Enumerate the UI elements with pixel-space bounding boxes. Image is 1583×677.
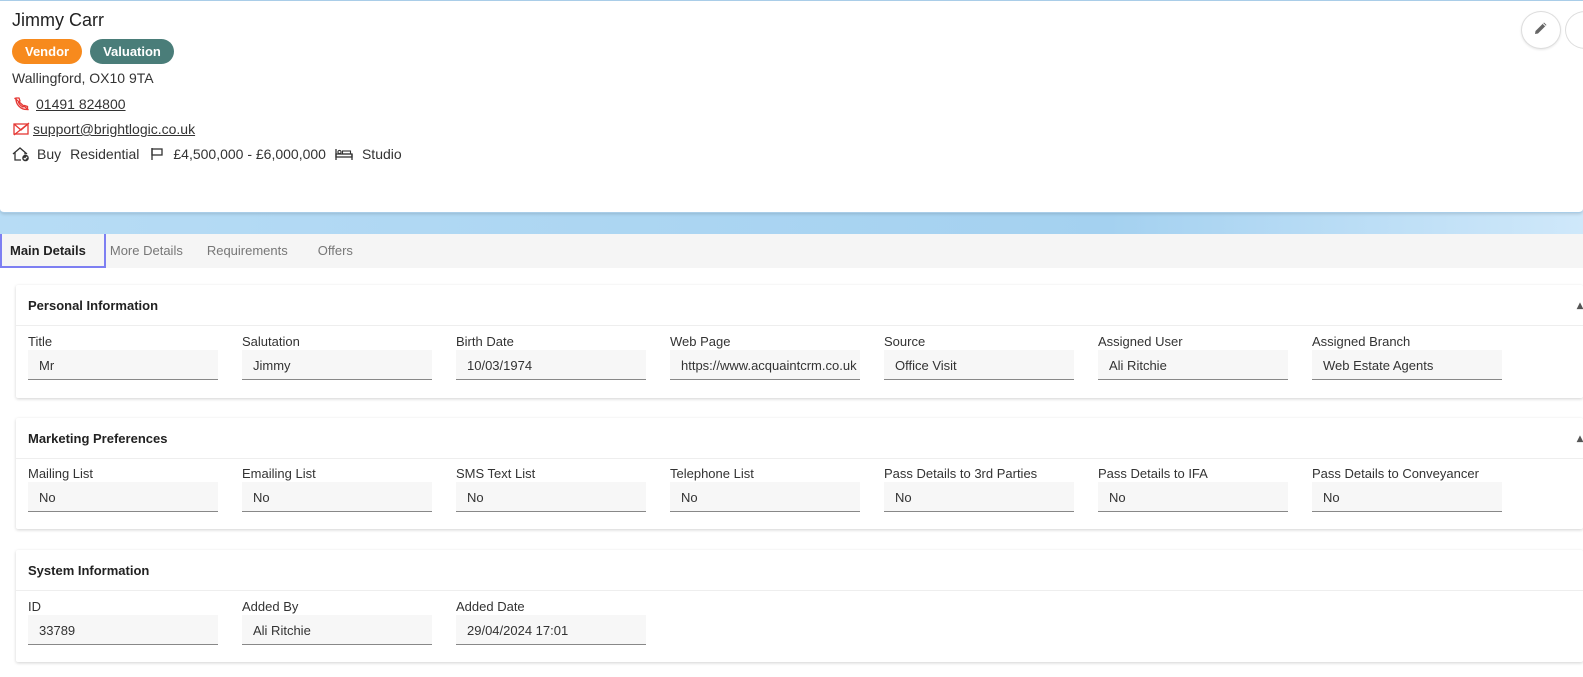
- field-label: Web Page: [670, 334, 731, 349]
- email-link[interactable]: support@brightlogic.co.uk: [33, 121, 195, 137]
- phone-row: 01491 824800: [12, 95, 126, 113]
- web-page-input[interactable]: https://www.acquaintcrm.co.uk: [670, 350, 860, 380]
- field-label: Added By: [242, 599, 299, 614]
- flag-icon: [148, 145, 166, 163]
- title-input[interactable]: Mr: [28, 350, 218, 380]
- requirement-type: Buy: [37, 146, 62, 162]
- added-by-value: Ali Ritchie: [242, 615, 432, 645]
- ifa-select[interactable]: No: [1098, 482, 1288, 512]
- phone-link[interactable]: 01491 824800: [36, 96, 126, 112]
- mailing-list-select[interactable]: No: [28, 482, 218, 512]
- field-label: Emailing List: [242, 466, 316, 481]
- field-label: Added Date: [456, 599, 525, 614]
- marketing-preferences-section: Marketing Preferences ▴ Mailing List No …: [16, 418, 1583, 529]
- field-label: Mailing List: [28, 466, 94, 481]
- field-label: Telephone List: [670, 466, 754, 481]
- tab-more-details[interactable]: More Details: [106, 232, 195, 268]
- tab-requirements[interactable]: Requirements: [195, 232, 306, 268]
- assigned-branch-input[interactable]: Web Estate Agents: [1312, 350, 1502, 380]
- contact-name: Jimmy Carr: [12, 10, 104, 30]
- section-header[interactable]: Marketing Preferences ▴: [16, 418, 1583, 459]
- source-input[interactable]: Office Visit: [884, 350, 1074, 380]
- valuation-badge: Valuation: [90, 39, 174, 64]
- salutation-input[interactable]: Jimmy: [242, 350, 432, 380]
- chevron-up-icon[interactable]: ▴: [1577, 298, 1583, 312]
- field-label: Assigned Branch: [1312, 334, 1411, 349]
- tab-main-details[interactable]: Main Details: [0, 232, 106, 268]
- birth-date-input[interactable]: 10/03/1974: [456, 350, 646, 380]
- field-label: ID: [28, 599, 41, 614]
- secondary-action-button[interactable]: [1565, 11, 1583, 49]
- section-header[interactable]: Personal Information ▴: [16, 285, 1583, 326]
- section-header[interactable]: System Information: [16, 550, 1583, 591]
- edit-button[interactable]: [1521, 11, 1561, 49]
- contact-address: Wallingford, OX10 9TA: [12, 70, 154, 86]
- field-label: Pass Details to 3rd Parties: [884, 466, 1038, 481]
- contact-badges: Vendor Valuation: [12, 39, 174, 64]
- personal-fields: Title Mr Salutation Jimmy Birth Date 10/…: [16, 326, 1583, 398]
- telephone-list-select[interactable]: No: [670, 482, 860, 512]
- tabs-bar: Main Details More Details Requirements O…: [0, 232, 1583, 268]
- requirement-price: £4,500,000 - £6,000,000: [173, 146, 326, 162]
- bed-icon: [335, 145, 353, 163]
- conveyancer-select[interactable]: No: [1312, 482, 1502, 512]
- email-row: support@brightlogic.co.uk: [12, 120, 195, 138]
- system-information-section: System Information ID 33789 Added By Ali…: [16, 550, 1583, 662]
- mail-slash-icon: [12, 120, 30, 138]
- house-check-icon: [12, 145, 30, 163]
- field-label: Assigned User: [1098, 334, 1183, 349]
- sms-text-list-select[interactable]: No: [456, 482, 646, 512]
- field-label: Title: [28, 334, 53, 349]
- vendor-badge: Vendor: [12, 39, 83, 64]
- chevron-up-icon[interactable]: ▴: [1577, 431, 1583, 445]
- field-label: Pass Details to IFA: [1098, 466, 1208, 481]
- system-fields: ID 33789 Added By Ali Ritchie Added Date…: [16, 591, 1583, 663]
- third-parties-select[interactable]: No: [884, 482, 1074, 512]
- requirement-category: Residential: [70, 146, 140, 162]
- id-value: 33789: [28, 615, 218, 645]
- section-title: Personal Information: [28, 297, 159, 313]
- emailing-list-select[interactable]: No: [242, 482, 432, 512]
- contact-header-card: Jimmy Carr Vendor Valuation Wallingford,…: [0, 0, 1583, 213]
- tab-offers[interactable]: Offers: [306, 232, 365, 268]
- marketing-fields: Mailing List No Emailing List No SMS Tex…: [16, 458, 1583, 530]
- personal-information-section: Personal Information ▴ Title Mr Salutati…: [16, 285, 1583, 398]
- assigned-user-input[interactable]: Ali Ritchie: [1098, 350, 1288, 380]
- field-label: Salutation: [242, 334, 300, 349]
- field-label: Source: [884, 334, 926, 349]
- phone-slash-icon: [12, 95, 30, 113]
- section-title: System Information: [28, 562, 150, 578]
- field-label: Birth Date: [456, 334, 514, 349]
- section-title: Marketing Preferences: [28, 430, 168, 446]
- field-label: SMS Text List: [456, 466, 536, 481]
- pencil-icon: [1533, 20, 1549, 41]
- requirement-bedrooms: Studio: [361, 146, 402, 162]
- added-date-value: 29/04/2024 17:01: [456, 615, 646, 645]
- requirements-summary: Buy Residential £4,500,000 - £6,000,000 …: [12, 145, 411, 163]
- field-label: Pass Details to Conveyancer: [1312, 466, 1479, 481]
